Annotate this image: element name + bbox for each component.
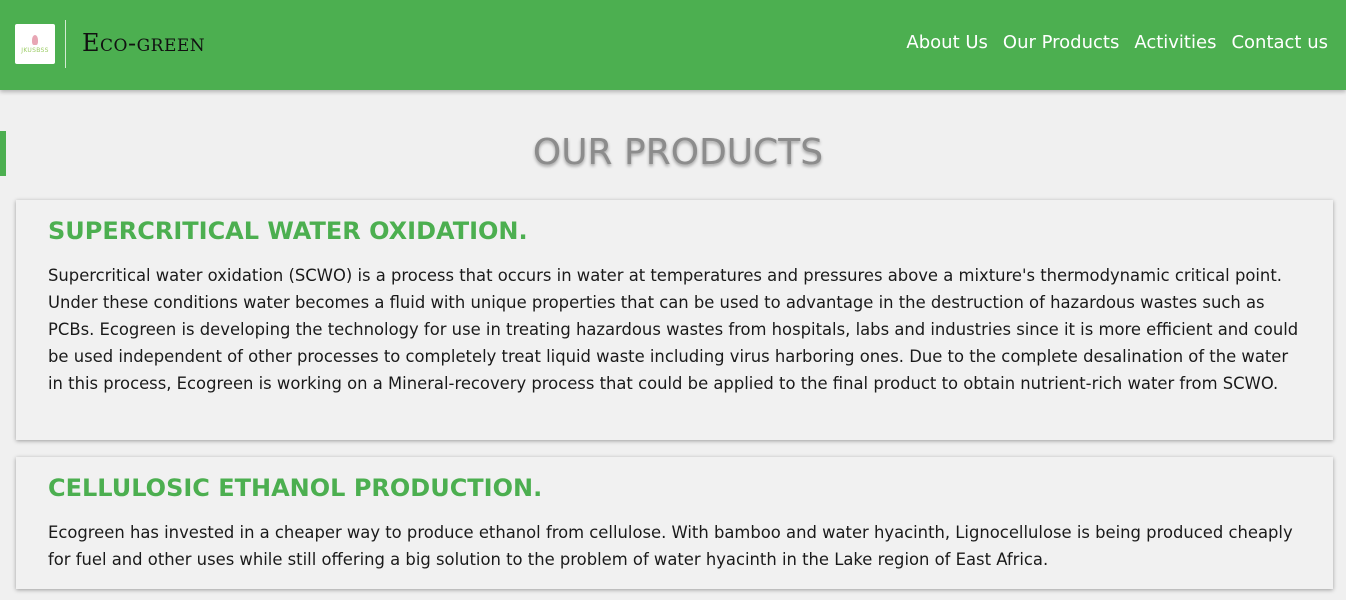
product-description: Ecogreen has invested in a cheaper way t… (48, 523, 1293, 569)
product-card-ethanol: CELLULOSIC ETHANOL PRODUCTION. Ecogreen … (16, 457, 1333, 589)
nav-our-products[interactable]: Our Products (1003, 31, 1119, 55)
nav-contact-us[interactable]: Contact us (1231, 31, 1328, 55)
product-card-scwo: SUPERCRITICAL WATER OXIDATION. Supercrit… (16, 200, 1333, 440)
nav-about-us[interactable]: About Us (906, 31, 988, 55)
product-title: CELLULOSIC ETHANOL PRODUCTION. (48, 474, 543, 502)
top-navbar: JKUSBSS Eco-green About Us Our Products … (0, 0, 1346, 90)
logo-leaf-icon (30, 34, 40, 46)
brand-name[interactable]: Eco-green (82, 28, 205, 58)
nav-activities[interactable]: Activities (1134, 31, 1216, 55)
brand-divider (65, 20, 66, 68)
logo-text: JKUSBSS (21, 47, 49, 54)
product-title: SUPERCRITICAL WATER OXIDATION. (48, 217, 528, 245)
main-nav: About Us Our Products Activities Contact… (906, 31, 1328, 55)
page-title: OUR PRODUCTS (532, 132, 824, 173)
site-logo[interactable]: JKUSBSS (15, 24, 55, 64)
product-description: Supercritical water oxidation (SCWO) is … (48, 266, 1299, 393)
